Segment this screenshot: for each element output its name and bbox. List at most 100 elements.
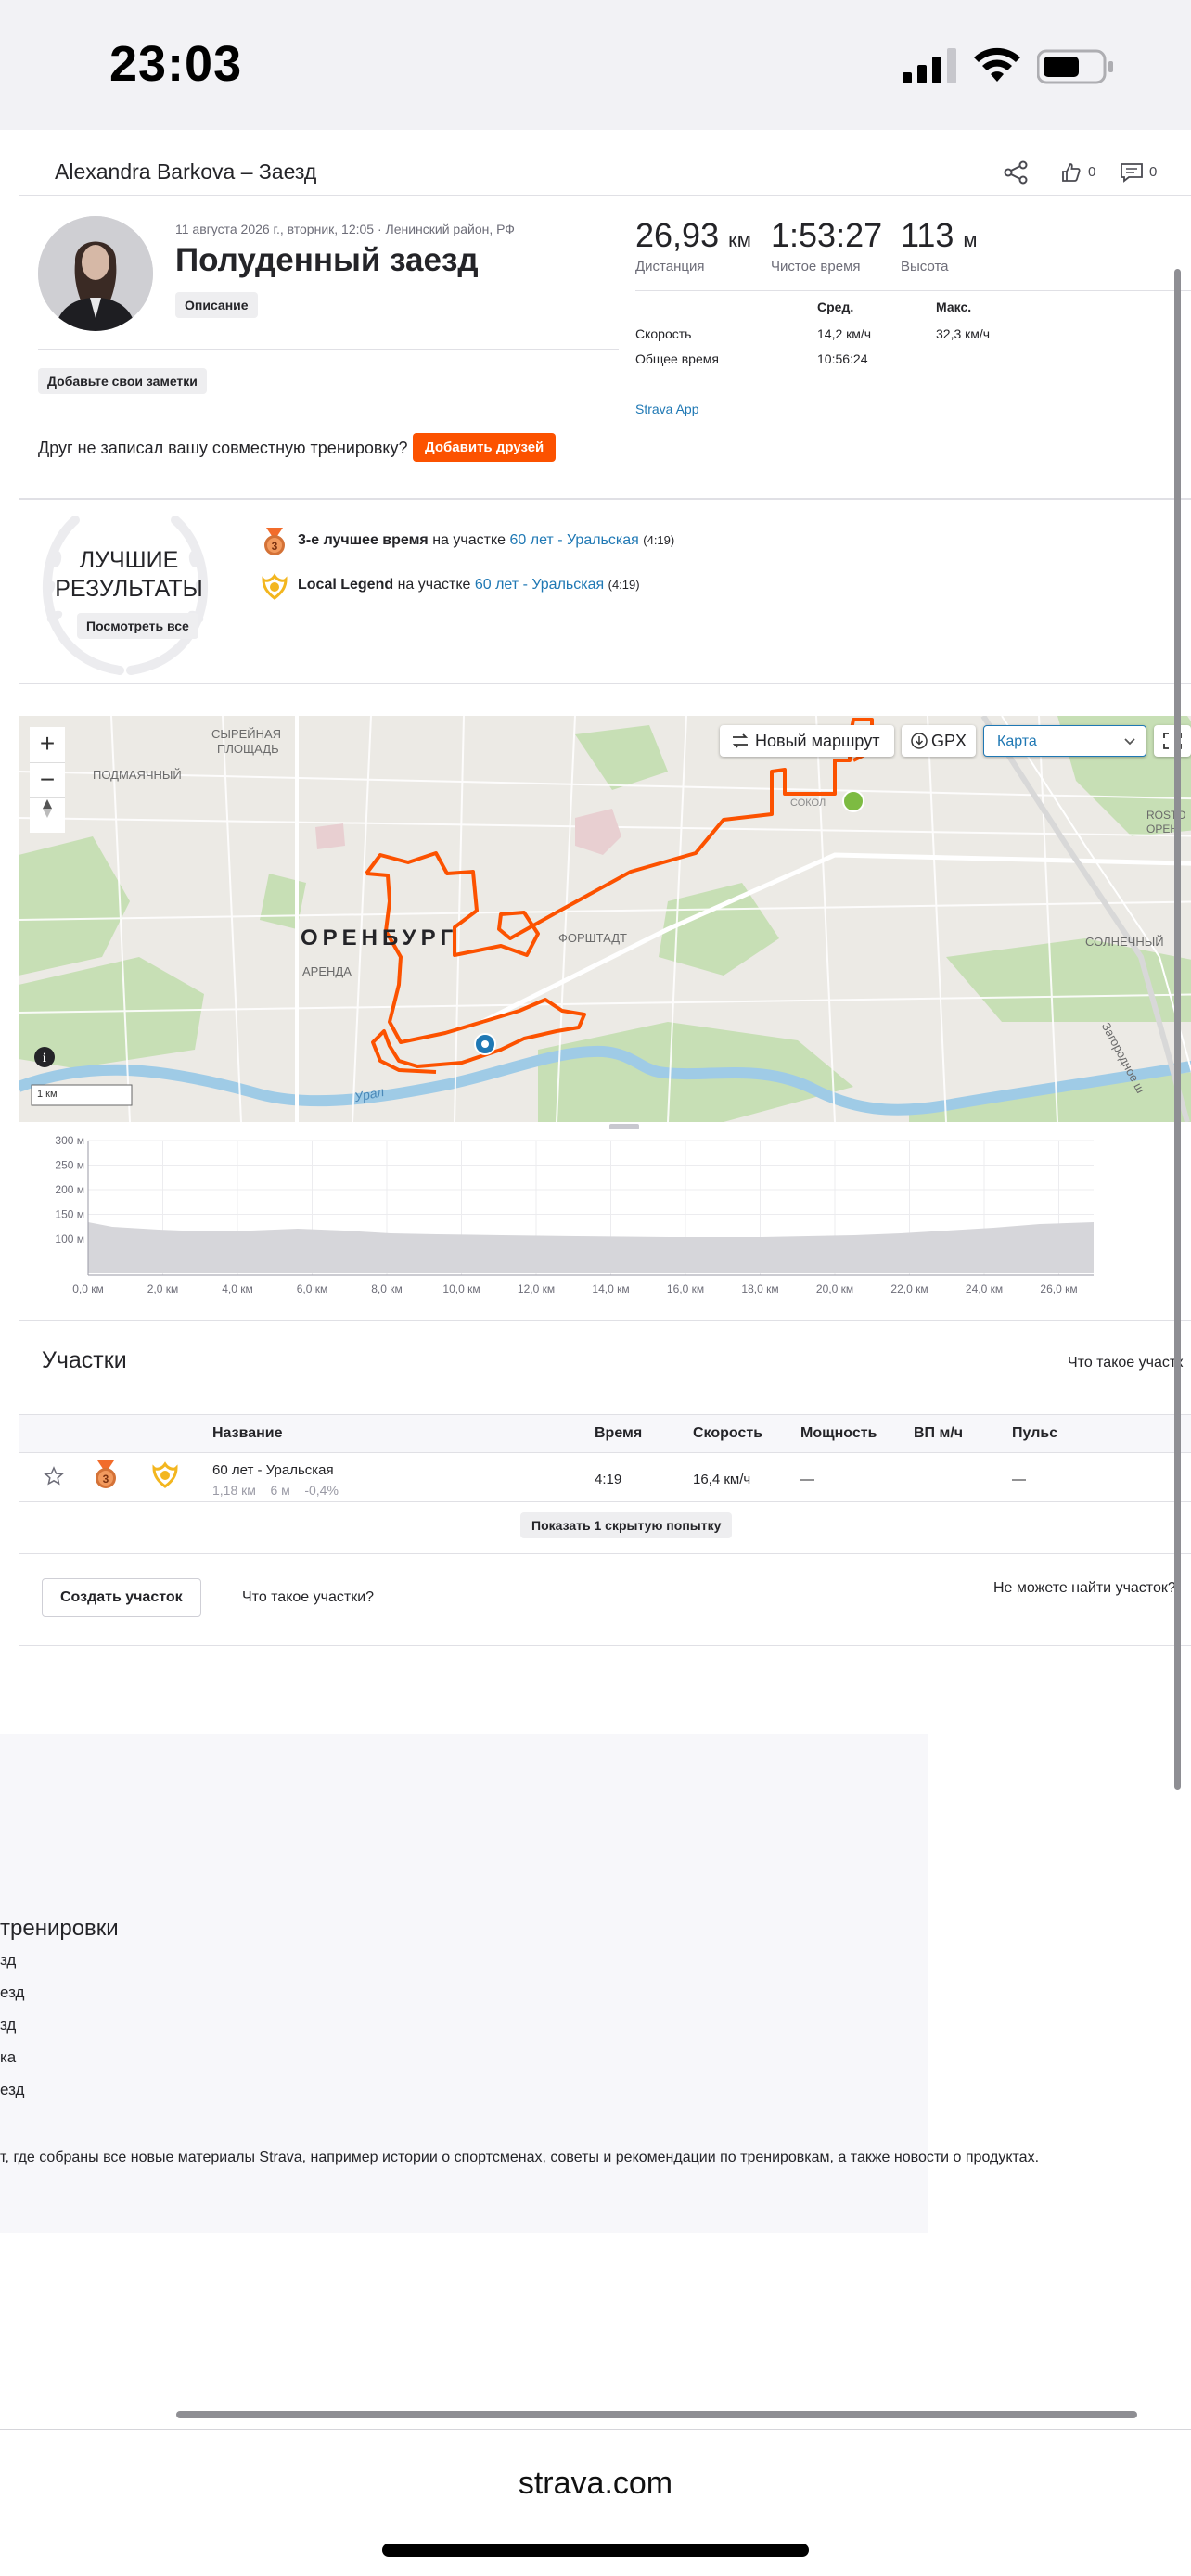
x-tick-label: 8,0 км: [371, 1282, 403, 1295]
local-legend-icon: [152, 1461, 178, 1488]
comment-icon[interactable]: [1120, 159, 1144, 185]
segment-name[interactable]: 60 лет - Уральская: [212, 1462, 334, 1478]
horizontal-scrollbar[interactable]: [176, 2411, 1137, 2418]
x-tick-label: 22,0 км: [890, 1282, 928, 1295]
what-are-segments-footer-link[interactable]: Что такое участки?: [242, 1589, 374, 1606]
map-label-city: ОРЕНБУРГ: [301, 925, 458, 950]
related-item[interactable]: ка: [0, 2048, 16, 2067]
what-are-segments-link[interactable]: Что такое участк: [1068, 1355, 1183, 1371]
achievement-1-mid: на участке: [428, 532, 510, 548]
segment-speed: 16,4 км/ч: [693, 1472, 751, 1487]
bronze-medal-icon: 3: [96, 1460, 116, 1488]
segments-footer: Создать участок Что такое участки? Не мо…: [19, 1553, 1191, 1646]
url-text[interactable]: strava.com: [0, 2466, 1191, 2502]
y-tick-label: 300 м: [55, 1134, 84, 1147]
achievement-1-link[interactable]: 60 лет - Уральская: [509, 532, 638, 548]
col-power[interactable]: Мощность: [800, 1425, 877, 1442]
chevron-down-icon: [1124, 738, 1135, 746]
map-scale: 1 км: [37, 1089, 58, 1100]
share-icon[interactable]: [1003, 159, 1029, 185]
achievement-2-title: Local Legend: [298, 577, 394, 593]
browser-address-bar[interactable]: strava.com: [0, 2429, 1191, 2576]
map-canvas[interactable]: i: [19, 716, 1191, 1122]
vertical-scrollbar[interactable]: [1174, 269, 1181, 1790]
related-item[interactable]: езд: [0, 1983, 24, 2002]
y-tick-label: 100 м: [55, 1232, 84, 1245]
elevation-profile[interactable]: 300 м 250 м 200 м 150 м 100 м 0,0 км 2,0 км 4,…: [19, 1122, 1191, 1321]
achievement-2-time: (4:19): [608, 578, 640, 592]
elevation-value: 113: [901, 216, 954, 254]
moving-time-label: Чистое время: [771, 259, 861, 274]
kudos-icon[interactable]: [1060, 159, 1082, 185]
new-route-button[interactable]: Новый маршрут: [720, 725, 894, 757]
x-tick-label: 10,0 км: [442, 1282, 480, 1295]
show-hidden-efforts-button[interactable]: Показать 1 скрытую попытку: [520, 1512, 733, 1538]
divider: [635, 290, 1191, 291]
achievement-1-title: 3-е лучшее время: [298, 532, 429, 548]
gpx-button[interactable]: GPX: [902, 725, 976, 757]
star-icon[interactable]: [44, 1466, 64, 1486]
avatar[interactable]: [38, 216, 153, 331]
map-type-select[interactable]: Карта: [983, 725, 1146, 757]
home-indicator[interactable]: [382, 2544, 809, 2557]
zoom-out-button[interactable]: −: [30, 762, 65, 797]
kudos-count: 0: [1088, 164, 1096, 180]
divider: [19, 1501, 1191, 1502]
related-item[interactable]: зд: [0, 2016, 16, 2034]
elapsed-label: Общее время: [635, 351, 719, 366]
avg-column-header: Сред.: [817, 300, 854, 314]
cellular-signal-icon: [903, 48, 956, 83]
compass-button[interactable]: [30, 797, 65, 833]
see-all-button[interactable]: Посмотреть все: [77, 613, 198, 639]
x-tick-label: 2,0 км: [147, 1282, 179, 1295]
x-tick-label: 6,0 км: [297, 1282, 328, 1295]
moving-time-value: 1:53:27: [771, 216, 883, 254]
achievement-2-mid: на участке: [393, 577, 475, 593]
status-bar: 23:03: [0, 0, 1191, 130]
col-time[interactable]: Время: [595, 1425, 642, 1442]
gpx-label: GPX: [931, 732, 967, 750]
create-segment-button[interactable]: Создать участок: [42, 1578, 201, 1617]
cant-find-segment-link[interactable]: Не можете найти участок?: [993, 1580, 1176, 1597]
y-tick-label: 150 м: [55, 1208, 84, 1221]
fullscreen-button[interactable]: [1154, 725, 1191, 757]
col-hr[interactable]: Пульс: [1012, 1425, 1057, 1442]
elevation-stat: 113 м: [901, 216, 978, 255]
local-legend-icon: [262, 573, 288, 600]
comments-count: 0: [1149, 164, 1158, 180]
distance-stat: 26,93 км: [635, 216, 751, 255]
description-button[interactable]: Описание: [175, 292, 258, 318]
achievement-2-link[interactable]: 60 лет - Уральская: [475, 577, 604, 593]
map-type-value: Карта: [997, 733, 1037, 749]
segment-grade: -0,4%: [304, 1483, 339, 1498]
max-column-header: Макс.: [936, 300, 972, 314]
related-item[interactable]: езд: [0, 2081, 24, 2099]
related-item[interactable]: зд: [0, 1951, 16, 1970]
best-results-title-line1: ЛУЧШИЕ: [79, 547, 179, 573]
map-label-forshtadt: ФОРШТАДТ: [558, 931, 627, 945]
route-map[interactable]: i СЫРЕЙНАЯ ПЛОЩАДЬ ПОДМАЯЧНЫЙ ОРЕНБУРГ А…: [19, 716, 1191, 1122]
elevation-unit: м: [963, 228, 978, 251]
col-vam[interactable]: ВП м/ч: [914, 1425, 963, 1442]
x-tick-label: 20,0 км: [816, 1282, 853, 1295]
col-speed[interactable]: Скорость: [693, 1425, 762, 1442]
y-tick-label: 250 м: [55, 1159, 84, 1172]
distance-unit: км: [728, 228, 751, 251]
speed-max: 32,3 км/ч: [936, 326, 991, 341]
zoom-in-button[interactable]: +: [30, 727, 65, 762]
y-tick-label: 200 м: [55, 1183, 84, 1196]
elevation-chart[interactable]: 300 м 250 м 200 м 150 м 100 м 0,0 км 2,0 км 4,…: [19, 1122, 1191, 1321]
add-notes-button[interactable]: Добавьте свои заметки: [38, 368, 207, 394]
segment-details: 1,18 км 6 м -0,4%: [212, 1483, 339, 1498]
add-friends-button[interactable]: Добавить друзей: [413, 433, 557, 462]
achievement-1: 3-е лучшее время на участке 60 лет - Ура…: [298, 532, 674, 549]
achievement-2: Local Legend на участке 60 лет - Уральск…: [298, 577, 640, 593]
map-label-syrnaya-line2: ПЛОЩАДЬ: [217, 742, 279, 756]
device-link[interactable]: Strava App: [635, 402, 699, 416]
distance-value: 26,93: [635, 216, 720, 254]
col-name[interactable]: Название: [212, 1425, 283, 1442]
x-tick-label: 26,0 км: [1040, 1282, 1077, 1295]
best-results-title: ЛУЧШИЕ РЕЗУЛЬТАТЫ: [38, 546, 220, 604]
download-icon: [911, 733, 928, 749]
segments-title: Участки: [42, 1347, 127, 1373]
